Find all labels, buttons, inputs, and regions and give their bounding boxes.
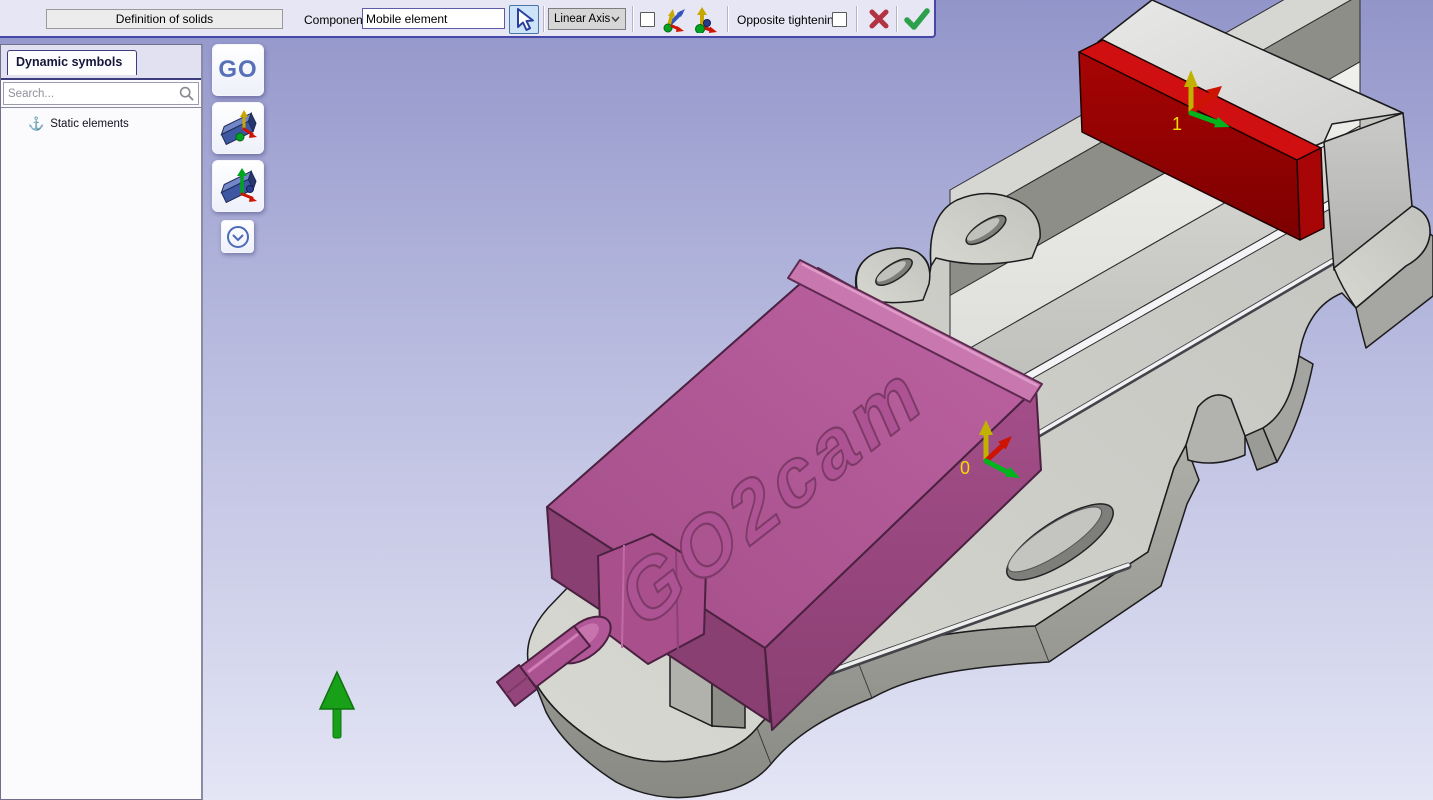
- axis-type-value: Linear Axis: [554, 13, 610, 25]
- green-arrow-marker: [320, 672, 354, 738]
- symbols-panel: Dynamic symbols ⚓ Static elements: [0, 44, 203, 800]
- axis-checkbox[interactable]: [640, 12, 655, 27]
- definition-title: Definition of solids: [46, 9, 283, 29]
- axis-marker-1-label: 1: [1172, 114, 1182, 134]
- cancel-button[interactable]: [864, 5, 894, 33]
- go2cam-window: GO2cam 0 1: [0, 0, 1433, 800]
- opposite-tightening-checkbox[interactable]: [832, 12, 847, 27]
- search-box: [3, 82, 199, 105]
- symbol-block-icon: [216, 106, 260, 150]
- symbols-tree: ⚓ Static elements: [1, 107, 201, 132]
- toolbar-separator: [896, 6, 897, 32]
- chevron-down-icon: [611, 16, 620, 22]
- expand-tools-button[interactable]: [221, 220, 254, 253]
- chevron-down-circle-icon: [225, 224, 251, 250]
- toolbar-separator: [543, 6, 544, 32]
- axis-direction-icon: [660, 5, 688, 33]
- search-input[interactable]: [4, 87, 179, 101]
- cursor-arrow-icon: [513, 8, 535, 32]
- tab-dynamic-symbols[interactable]: Dynamic symbols: [7, 50, 137, 75]
- toolbar-separator: [727, 6, 728, 32]
- axis-marker-0-label: 0: [960, 458, 970, 478]
- top-toolbar: Definition of solids Component Linear Ax…: [0, 0, 936, 38]
- search-icon: [179, 86, 194, 101]
- axis-tripod-icon: [691, 5, 719, 33]
- symbol-block-button-2[interactable]: [212, 160, 264, 212]
- cancel-x-icon: [867, 7, 891, 31]
- go-logo: GO: [218, 56, 257, 84]
- anchor-icon: ⚓: [28, 117, 44, 130]
- component-label: Component: [304, 13, 366, 27]
- axis-type-dropdown[interactable]: Linear Axis: [548, 8, 626, 30]
- opposite-tightening-label: Opposite tightening: [737, 13, 840, 27]
- select-tool-button[interactable]: [509, 5, 539, 34]
- axis-direction-button[interactable]: [659, 4, 689, 34]
- panel-header: Dynamic symbols: [1, 45, 201, 80]
- confirm-button[interactable]: [902, 5, 932, 33]
- toolbar-separator: [632, 6, 633, 32]
- symbol-block-button-1[interactable]: [212, 102, 264, 154]
- confirm-check-icon: [903, 7, 931, 31]
- component-input[interactable]: [362, 8, 505, 29]
- axis-tripod-button[interactable]: [690, 4, 720, 34]
- symbol-block-alt-icon: [216, 164, 260, 208]
- go-logo-button[interactable]: GO: [212, 44, 264, 96]
- tree-item-label: Static elements: [50, 118, 129, 130]
- tree-item-static-elements[interactable]: ⚓ Static elements: [1, 115, 201, 132]
- toolbar-separator: [856, 6, 857, 32]
